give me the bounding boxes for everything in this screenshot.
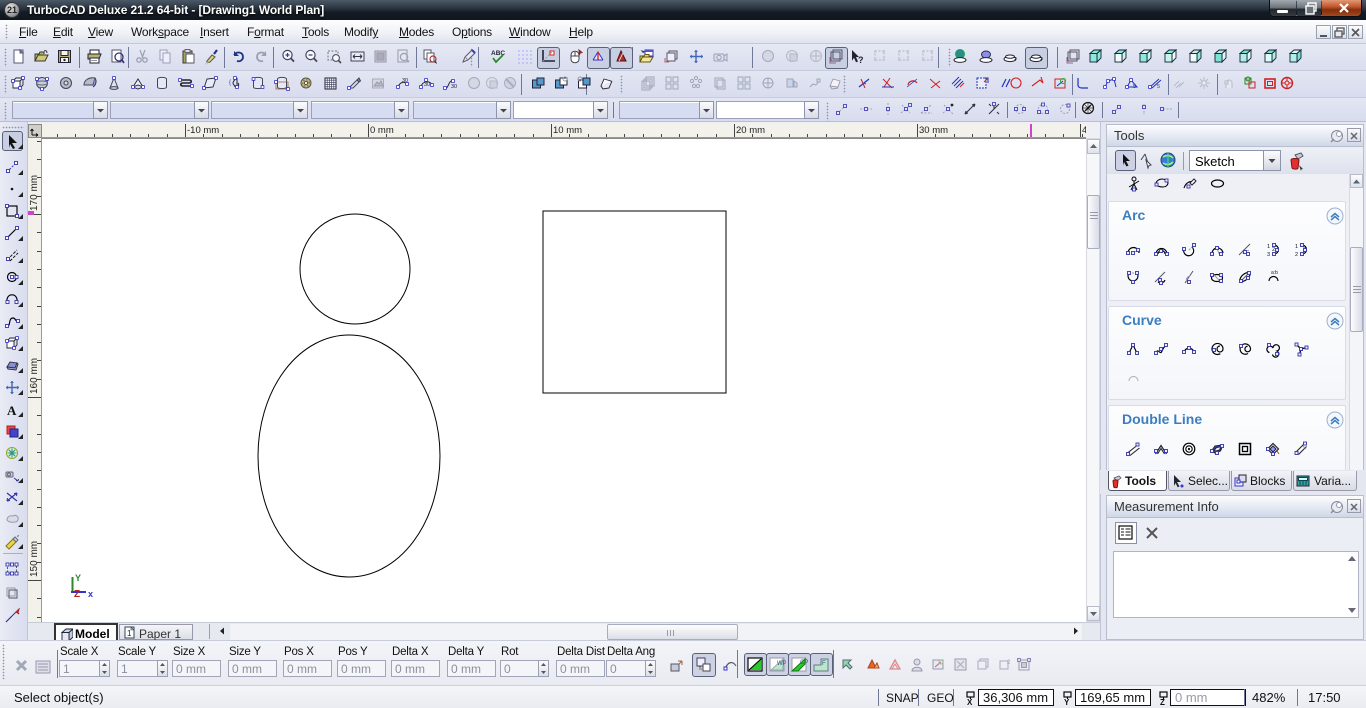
svg-text:1: 1 (1295, 244, 1298, 250)
svg-text:CP: CP (800, 660, 808, 666)
svg-text:Y: Y (1064, 698, 1070, 706)
svg-text:a:b: a:b (1271, 270, 1278, 276)
svg-text:1: 1 (127, 629, 132, 638)
svg-text:5: 5 (1157, 84, 1160, 90)
svg-text:30: 30 (424, 82, 430, 88)
svg-text:2: 2 (1007, 660, 1011, 666)
svg-text:X: X (967, 698, 973, 706)
svg-text:{: { (229, 80, 231, 86)
svg-text:Y: Y (75, 573, 81, 583)
svg-text:3: 3 (1267, 252, 1270, 258)
svg-text:Z: Z (74, 589, 80, 600)
svg-text:WP: WP (777, 661, 786, 667)
svg-text:Z: Z (1160, 698, 1165, 706)
svg-text:5: 5 (1133, 84, 1136, 90)
svg-text:1: 1 (1267, 244, 1270, 250)
svg-text:F: F (822, 661, 826, 667)
svg-text:x: x (88, 589, 93, 599)
svg-text:A: A (7, 403, 17, 418)
svg-text:2: 2 (1295, 252, 1298, 258)
svg-text:?: ? (858, 55, 864, 65)
svg-text:30: 30 (451, 84, 457, 90)
